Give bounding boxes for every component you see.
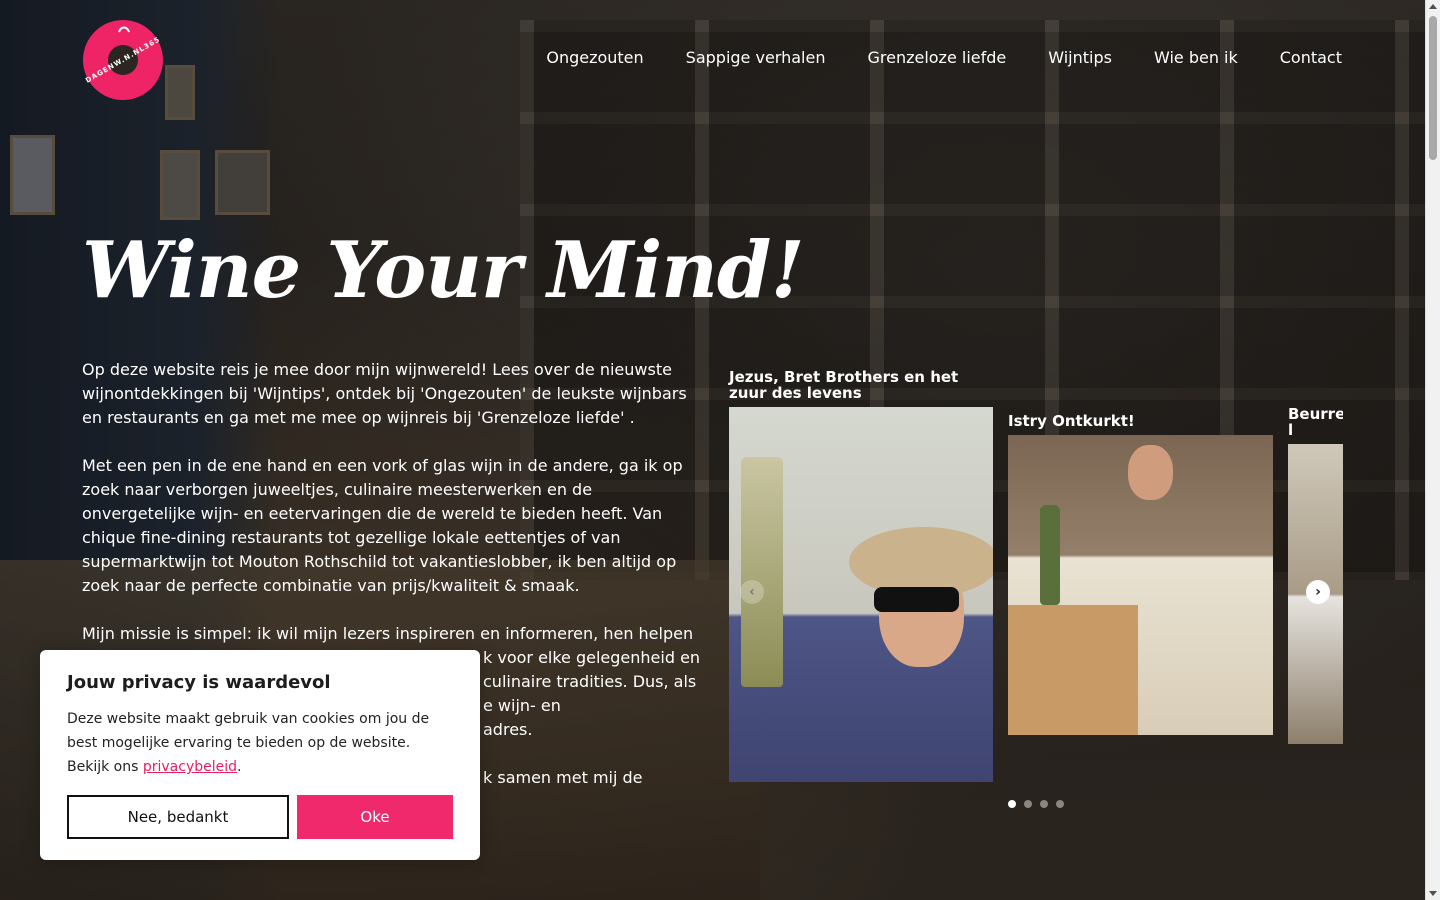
chevron-left-icon: ‹	[749, 584, 755, 600]
wine-bottle-shape	[741, 457, 783, 687]
card-image[interactable]	[1008, 435, 1273, 735]
cookie-buttons: Nee, bedankt Oke	[67, 795, 453, 839]
card-title[interactable]: Jezus, Bret Brothers en het zuur des lev…	[729, 369, 993, 401]
site-logo[interactable]: DAGENW.N.NL365	[83, 20, 163, 100]
card-title[interactable]: Istry Ontkurkt!	[1008, 413, 1273, 429]
carousel-card[interactable]: Beurre meter l	[1288, 406, 1343, 744]
intro-paragraph-fragment: culinaire tradities. Dus, als	[483, 672, 697, 691]
carousel-pagination	[1008, 800, 1064, 808]
carousel-dot[interactable]	[1056, 800, 1064, 808]
wine-bottle-shape	[1040, 505, 1060, 605]
nav-item-wie-ben-ik[interactable]: Wie ben ik	[1154, 48, 1238, 67]
nav-item-grenzeloze-liefde[interactable]: Grenzeloze liefde	[867, 48, 1006, 67]
cookie-text-end: .	[237, 759, 242, 775]
card-title[interactable]: Beurre meter l	[1288, 406, 1343, 438]
person-face-shape	[1128, 445, 1173, 500]
page-title: Wine Your Mind!	[82, 225, 805, 316]
carousel-card[interactable]: Istry Ontkurkt!	[1008, 413, 1273, 735]
cookie-title: Jouw privacy is waardevol	[67, 672, 331, 693]
nav-item-wijntips[interactable]: Wijntips	[1048, 48, 1112, 67]
privacy-policy-link[interactable]: privacybeleid	[143, 759, 237, 775]
carousel-next-button[interactable]: ›	[1306, 580, 1330, 604]
carousel-dot[interactable]	[1008, 800, 1016, 808]
decline-cookies-button[interactable]: Nee, bedankt	[67, 795, 289, 839]
carousel-dot[interactable]	[1024, 800, 1032, 808]
card-image[interactable]	[729, 407, 993, 782]
scrollbar-thumb[interactable]	[1429, 16, 1437, 160]
carousel-prev-button[interactable]: ‹	[740, 580, 764, 604]
wooden-block-shape	[1008, 605, 1138, 735]
cookie-consent-dialog: Jouw privacy is waardevol Deze website m…	[40, 650, 480, 860]
chevron-right-icon: ›	[1315, 584, 1321, 600]
nav-item-contact[interactable]: Contact	[1280, 48, 1342, 67]
cookie-text: Deze website maakt gebruik van cookies o…	[67, 707, 453, 779]
scroll-up-icon[interactable]	[1429, 4, 1437, 9]
carousel-dot[interactable]	[1040, 800, 1048, 808]
main-navigation: Ongezouten Sappige verhalen Grenzeloze l…	[546, 48, 1342, 67]
accept-cookies-button[interactable]: Oke	[297, 795, 453, 839]
intro-text: Op deze website reis je mee door mijn wi…	[82, 358, 702, 694]
intro-paragraph-fragment: adres.	[483, 720, 533, 739]
cookie-description: Deze website maakt gebruik van cookies o…	[67, 711, 430, 775]
carousel-card[interactable]: Jezus, Bret Brothers en het zuur des lev…	[729, 369, 993, 782]
scroll-down-icon[interactable]	[1429, 891, 1437, 896]
intro-paragraph-fragment: e wijn- en	[483, 696, 561, 715]
intro-paragraph: Op deze website reis je mee door mijn wi…	[82, 360, 687, 427]
page-scrollbar[interactable]	[1425, 0, 1440, 900]
sunglasses-shape	[874, 587, 959, 612]
intro-paragraph-fragment: k samen met mij de	[483, 768, 643, 787]
intro-paragraph: Met een pen in de ene hand en een vork o…	[82, 456, 683, 595]
intro-paragraph-fragment: k voor elke gelegenheid en	[483, 648, 701, 667]
nav-item-sappige-verhalen[interactable]: Sappige verhalen	[686, 48, 826, 67]
nav-item-ongezouten[interactable]: Ongezouten	[546, 48, 643, 67]
